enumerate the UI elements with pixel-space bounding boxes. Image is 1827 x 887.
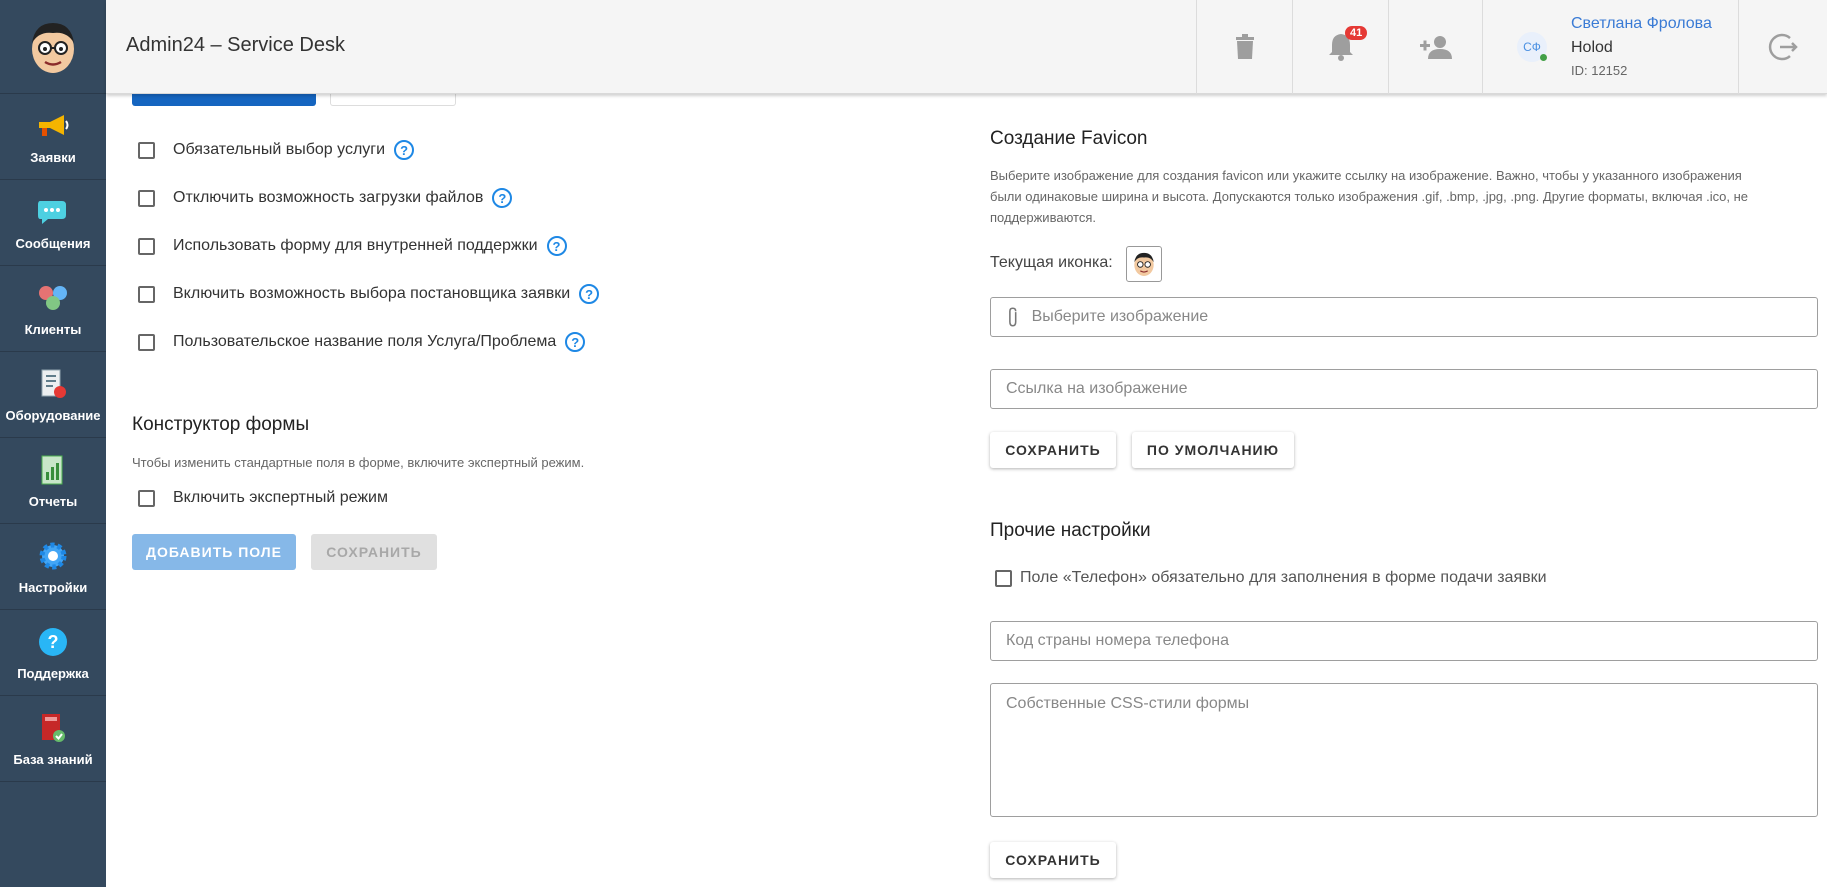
current-favicon (1126, 246, 1162, 282)
notifications-button[interactable]: 41 (1292, 0, 1388, 94)
other-settings-title: Прочие настройки (990, 520, 1151, 541)
chat-bubble-icon (35, 194, 71, 230)
option-label: Обязательный выбор услуги (173, 141, 386, 158)
option-label: Включить экспертный режим (173, 489, 388, 506)
sidebar-item-requests[interactable]: Заявки (0, 94, 106, 180)
sidebar-item-label: Оборудование (5, 408, 101, 423)
favicon-face-icon (1134, 252, 1154, 276)
add-user-icon (1419, 36, 1452, 59)
gear-icon (35, 538, 71, 574)
page-title: Admin24 – Service Desk (126, 34, 345, 56)
custom-css-textarea[interactable] (1006, 695, 1817, 805)
sidebar-item-label: Заявки (30, 150, 76, 165)
sidebar-item-label: База знаний (13, 752, 93, 767)
option-label: Использовать форму для внутренней поддер… (173, 237, 538, 254)
option-custom-service-field-name[interactable]: Пользовательское название поля Услуга/Пр… (138, 332, 586, 352)
constructor-save-button[interactable]: СОХРАНИТЬ (311, 534, 437, 570)
help-icon[interactable]: ? (579, 284, 600, 304)
favicon-hint: Выберите изображение для создания favico… (990, 165, 1820, 228)
checkbox[interactable] (138, 189, 155, 207)
other-save-button[interactable]: СОХРАНИТЬ (990, 842, 1116, 878)
option-internal-support-form[interactable]: Использовать форму для внутренней поддер… (138, 236, 567, 256)
trash-icon (1235, 34, 1254, 59)
help-icon[interactable]: ? (492, 188, 513, 208)
sidebar: Заявки Сообщения Клиенты Оборудование От… (0, 0, 106, 887)
checkbox[interactable] (995, 569, 1012, 587)
user-profile[interactable]: СФ Светлана Фролова Holod ID: 12152 (1482, 0, 1738, 94)
country-code-field[interactable] (990, 621, 1818, 661)
sidebar-item-knowledge-base[interactable]: База знаний (0, 696, 106, 782)
checkbox[interactable] (138, 489, 155, 507)
clients-icon (35, 280, 71, 316)
logout-icon (1768, 33, 1798, 61)
sidebar-item-label: Настройки (18, 580, 88, 595)
settings-content: Обязательный выбор услуги ? Отключить во… (106, 94, 1827, 887)
user-id: ID: 12152 (1571, 63, 1628, 78)
megaphone-icon (35, 108, 71, 144)
checkbox[interactable] (138, 141, 155, 159)
option-required-service[interactable]: Обязательный выбор услуги ? (138, 140, 415, 160)
option-select-requester[interactable]: Включить возможность выбора постановщика… (138, 284, 600, 304)
image-link-input[interactable] (1006, 380, 1817, 398)
option-label: Пользовательское название поля Услуга/Пр… (173, 333, 557, 350)
help-icon[interactable]: ? (546, 236, 567, 256)
add-user-button[interactable] (1388, 0, 1484, 94)
sidebar-item-settings[interactable]: Настройки (0, 524, 106, 610)
avatar-initials: СФ (1523, 40, 1541, 54)
report-icon (35, 452, 71, 488)
sidebar-item-reports[interactable]: Отчеты (0, 438, 106, 524)
option-phone-required[interactable]: Поле «Телефон» обязательно для заполнени… (995, 569, 1547, 587)
checkbox[interactable] (138, 333, 155, 351)
sidebar-item-messages[interactable]: Сообщения (0, 180, 106, 266)
country-code-input[interactable] (1006, 632, 1817, 650)
avatar: СФ (1517, 32, 1547, 62)
checkbox[interactable] (138, 237, 155, 255)
user-name[interactable]: Светлана Фролова (1571, 15, 1712, 33)
favicon-default-button[interactable]: ПО УМОЛЧАНИЮ (1132, 432, 1294, 468)
sidebar-item-label: Клиенты (24, 322, 82, 337)
notifications-badge: 41 (1345, 26, 1368, 40)
help-icon[interactable]: ? (565, 332, 586, 352)
question-icon: ? (35, 624, 71, 660)
favicon-hint-line: поддерживаются. (990, 210, 1096, 225)
sidebar-item-support[interactable]: ? Поддержка (0, 610, 106, 696)
add-field-button[interactable]: ДОБАВИТЬ ПОЛЕ (132, 534, 296, 570)
option-disable-file-upload[interactable]: Отключить возможность загрузки файлов ? (138, 188, 513, 208)
sidebar-item-equipment[interactable]: Оборудование (0, 352, 106, 438)
user-org: Holod (1571, 39, 1613, 56)
logo-face-icon (32, 22, 74, 73)
svg-text:?: ? (48, 632, 59, 652)
choose-image-field[interactable] (990, 297, 1818, 337)
sidebar-item-label: Поддержка (17, 666, 89, 681)
option-label: Отключить возможность загрузки файлов (173, 189, 484, 206)
favicon-save-button[interactable]: СОХРАНИТЬ (990, 432, 1116, 468)
sidebar-item-label: Отчеты (28, 494, 78, 509)
form-constructor-hint: Чтобы изменить стандартные поля в форме,… (132, 455, 585, 470)
image-link-field[interactable] (990, 369, 1818, 409)
online-status-dot (1540, 54, 1547, 61)
equipment-icon (35, 366, 71, 402)
custom-css-field[interactable] (990, 683, 1818, 817)
option-label: Включить возможность выбора постановщика… (173, 285, 571, 302)
help-icon[interactable]: ? (394, 140, 415, 160)
partial-secondary-button[interactable] (330, 94, 456, 106)
choose-image-input[interactable] (1031, 308, 1817, 326)
current-icon-label: Текущая иконка: (990, 254, 1113, 271)
trash-button[interactable] (1196, 0, 1292, 94)
favicon-title: Создание Favicon (990, 128, 1148, 149)
option-expert-mode[interactable]: Включить экспертный режим (138, 489, 388, 507)
partial-primary-button[interactable] (132, 94, 316, 106)
paperclip-icon (1009, 307, 1017, 327)
sidebar-item-label: Сообщения (15, 236, 91, 251)
top-header: Admin24 – Service Desk 41 СФ Светлана Фр… (106, 0, 1827, 94)
logout-button[interactable] (1738, 0, 1827, 94)
option-label: Поле «Телефон» обязательно для заполнени… (1020, 569, 1547, 586)
sidebar-item-clients[interactable]: Клиенты (0, 266, 106, 352)
checkbox[interactable] (138, 285, 155, 303)
form-constructor-title: Конструктор формы (132, 414, 310, 435)
favicon-hint-line: были одинаковые ширина и высота. Допуска… (990, 189, 1748, 204)
favicon-hint-line: Выберите изображение для создания favico… (990, 168, 1742, 183)
book-icon (35, 710, 71, 746)
app-logo[interactable] (0, 0, 106, 94)
